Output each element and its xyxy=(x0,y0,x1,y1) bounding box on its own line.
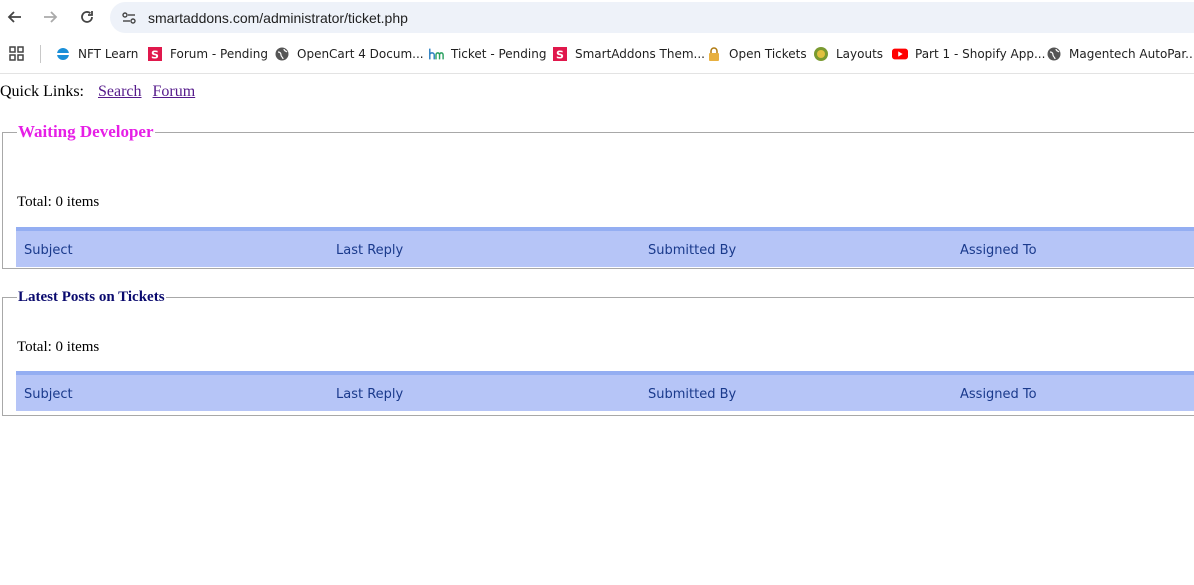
table-header: Subject Last Reply Submitted By Assigned… xyxy=(16,227,1194,267)
browser-toolbar: smartaddons.com/administrator/ticket.php xyxy=(0,0,1194,35)
search-link[interactable]: Search xyxy=(98,83,142,100)
bookmarks-bar: NFT Learn S Forum - Pending OpenCart 4 D… xyxy=(0,35,1194,74)
section-title: Latest Posts on Tickets xyxy=(18,289,165,305)
bookmark-ticket-pending[interactable]: Ticket - Pending xyxy=(422,40,552,68)
latest-posts-section: Latest Posts on Tickets Total: 0 items S… xyxy=(2,289,1194,416)
reload-icon xyxy=(81,11,93,23)
bookmark-shopify-app[interactable]: Part 1 - Shopify App... xyxy=(886,40,1051,68)
globe-icon xyxy=(1046,46,1062,62)
bookmark-label: Magentech AutoPar... xyxy=(1069,47,1194,61)
quick-links: Quick Links: Search Forum xyxy=(0,83,195,101)
lock-icon xyxy=(706,46,722,62)
layouts-icon xyxy=(813,46,829,62)
section-title: Waiting Developer xyxy=(18,122,154,141)
bookmark-open-tickets[interactable]: Open Tickets xyxy=(700,40,813,68)
bookmark-label: Open Tickets xyxy=(729,47,807,61)
column-header-submitted-by[interactable]: Submitted By xyxy=(648,387,736,402)
site-settings-icon[interactable] xyxy=(120,9,138,27)
smartaddons-s-icon: S xyxy=(147,46,163,62)
table-header: Subject Last Reply Submitted By Assigned… xyxy=(16,371,1194,411)
svg-text:S: S xyxy=(556,49,564,62)
back-button[interactable] xyxy=(3,5,27,29)
column-header-assigned-to[interactable]: Assigned To xyxy=(960,387,1037,402)
forward-button[interactable] xyxy=(38,5,62,29)
total-count: Total: 0 items xyxy=(17,339,100,355)
hm-logo-icon xyxy=(428,46,444,62)
smartaddons-s-icon: S xyxy=(552,46,568,62)
waiting-developer-section: Waiting Developer Total: 0 items Subject… xyxy=(2,122,1194,269)
column-header-last-reply[interactable]: Last Reply xyxy=(336,387,403,402)
bookmark-label: SmartAddons Them... xyxy=(575,47,705,61)
column-header-subject[interactable]: Subject xyxy=(24,243,73,258)
forum-link[interactable]: Forum xyxy=(153,83,196,100)
bookmark-layouts[interactable]: Layouts xyxy=(807,40,889,68)
quick-links-label: Quick Links: xyxy=(0,83,84,100)
url-text[interactable]: smartaddons.com/administrator/ticket.php xyxy=(148,10,408,26)
back-arrow-icon xyxy=(7,11,21,23)
bookmark-label: NFT Learn xyxy=(78,47,139,61)
bookmark-forum-pending[interactable]: S Forum - Pending xyxy=(141,40,274,68)
column-header-submitted-by[interactable]: Submitted By xyxy=(648,243,736,258)
total-count: Total: 0 items xyxy=(17,194,100,210)
column-header-last-reply[interactable]: Last Reply xyxy=(336,243,403,258)
apps-grid-icon[interactable] xyxy=(9,46,24,64)
nft-learn-icon xyxy=(55,46,71,62)
bookmark-label: Ticket - Pending xyxy=(451,47,547,61)
column-header-assigned-to[interactable]: Assigned To xyxy=(960,243,1037,258)
globe-icon xyxy=(274,46,290,62)
bookmark-nft-learn[interactable]: NFT Learn xyxy=(49,40,144,68)
address-bar[interactable]: smartaddons.com/administrator/ticket.php xyxy=(110,2,1194,33)
svg-text:S: S xyxy=(151,49,159,62)
bookmark-label: Part 1 - Shopify App... xyxy=(915,47,1046,61)
bookmark-magentech[interactable]: Magentech AutoPar... xyxy=(1040,40,1194,68)
bookmark-label: Forum - Pending xyxy=(170,47,268,61)
bookmark-label: Layouts xyxy=(836,47,884,61)
bookmark-opencart-docs[interactable]: OpenCart 4 Docum... xyxy=(268,40,430,68)
bookmarks-separator xyxy=(40,45,41,63)
bookmark-label: OpenCart 4 Docum... xyxy=(297,47,424,61)
forward-arrow-icon xyxy=(44,11,58,23)
reload-button[interactable] xyxy=(75,5,99,29)
column-header-subject[interactable]: Subject xyxy=(24,387,73,402)
bookmark-smartaddons-themes[interactable]: S SmartAddons Them... xyxy=(546,40,711,68)
youtube-icon xyxy=(892,46,908,62)
